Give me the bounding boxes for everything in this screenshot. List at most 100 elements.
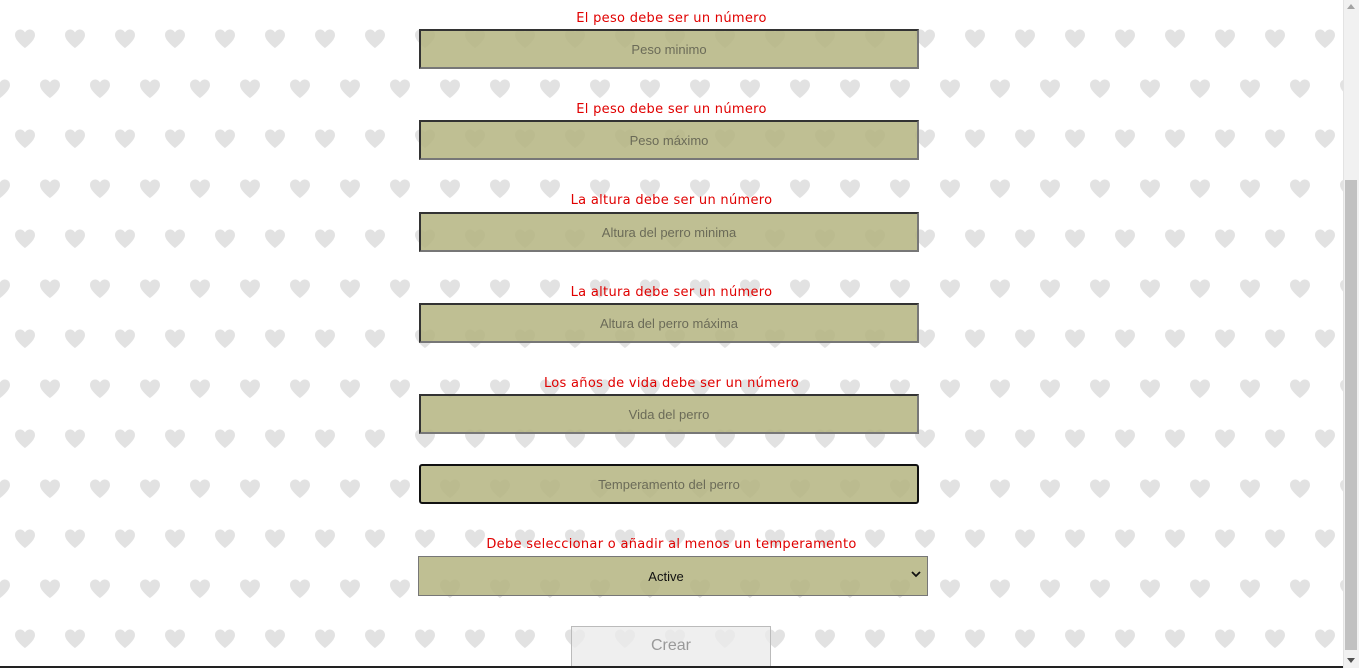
heart-icon (1040, 79, 1060, 98)
heart-icon (240, 479, 260, 498)
scrollbar-thumb[interactable] (1345, 180, 1357, 650)
heart-icon (165, 429, 185, 448)
altura-max-error: La altura debe ser un número (570, 285, 773, 300)
heart-icon (415, 629, 435, 648)
heart-icon (315, 29, 335, 48)
heart-icon (1140, 79, 1160, 98)
heart-icon (965, 329, 985, 348)
temperament-select[interactable]: Active (418, 556, 928, 596)
heart-icon (1065, 129, 1085, 148)
heart-icon (365, 29, 385, 48)
heart-icon (315, 229, 335, 248)
heart-icon (1140, 579, 1160, 598)
heart-icon (1290, 579, 1310, 598)
scroll-down-arrow-icon[interactable] (1347, 658, 1355, 663)
heart-icon (90, 479, 110, 498)
heart-icon (1315, 629, 1335, 648)
heart-icon (515, 629, 535, 648)
heart-icon (215, 129, 235, 148)
heart-icon (1240, 79, 1260, 98)
heart-icon (1215, 329, 1235, 348)
heart-icon (1065, 629, 1085, 648)
heart-icon (140, 479, 160, 498)
heart-icon (265, 129, 285, 148)
heart-icon (940, 479, 960, 498)
heart-icon (490, 79, 510, 98)
heart-icon (1215, 29, 1235, 48)
peso-max-input[interactable] (419, 120, 919, 160)
heart-icon (1315, 29, 1335, 48)
heart-icon (240, 79, 260, 98)
heart-icon (965, 29, 985, 48)
peso-min-input[interactable] (419, 29, 919, 69)
heart-icon (1315, 329, 1335, 348)
heart-icon (1265, 329, 1285, 348)
heart-icon (15, 229, 35, 248)
heart-icon (365, 229, 385, 248)
heart-icon (365, 129, 385, 148)
heart-icon (90, 79, 110, 98)
heart-icon (1190, 79, 1210, 98)
heart-icon (1015, 629, 1035, 648)
heart-icon (1065, 29, 1085, 48)
heart-icon (1115, 129, 1135, 148)
heart-icon (390, 579, 410, 598)
heart-icon (690, 79, 710, 98)
heart-icon (315, 329, 335, 348)
temperamento-input[interactable] (419, 464, 919, 504)
heart-icon (990, 579, 1010, 598)
heart-icon (165, 129, 185, 148)
heart-icon (115, 29, 135, 48)
heart-icon (1065, 329, 1085, 348)
temperament-select-value: Active (648, 569, 684, 584)
heart-icon (1115, 229, 1135, 248)
heart-icon (15, 629, 35, 648)
heart-icon (890, 79, 910, 98)
chevron-down-icon (911, 571, 921, 578)
heart-icon (15, 329, 35, 348)
heart-icon (165, 329, 185, 348)
heart-icon (65, 329, 85, 348)
heart-icon (1215, 129, 1235, 148)
vida-input[interactable] (419, 394, 919, 434)
heart-icon (940, 579, 960, 598)
heart-icon (1290, 479, 1310, 498)
heart-icon (1240, 579, 1260, 598)
heart-icon (165, 29, 185, 48)
heart-icon (1165, 129, 1185, 148)
heart-icon (65, 429, 85, 448)
heart-icon (65, 29, 85, 48)
heart-icon (165, 629, 185, 648)
heart-icon (215, 429, 235, 448)
heart-icon (1165, 629, 1185, 648)
heart-icon (440, 79, 460, 98)
heart-icon (115, 229, 135, 248)
altura-min-input[interactable] (419, 212, 919, 252)
heart-icon (215, 629, 235, 648)
heart-icon (1265, 429, 1285, 448)
heart-icon (1215, 629, 1235, 648)
heart-icon (1115, 629, 1135, 648)
heart-icon (365, 629, 385, 648)
heart-icon (365, 329, 385, 348)
heart-icon (1165, 229, 1185, 248)
heart-icon (1265, 129, 1285, 148)
altura-max-input[interactable] (419, 303, 919, 343)
heart-icon (1040, 479, 1060, 498)
scroll-up-arrow-icon[interactable] (1347, 4, 1355, 9)
heart-icon (265, 329, 285, 348)
crear-button[interactable]: Crear (571, 626, 771, 668)
heart-icon (315, 129, 335, 148)
heart-icon (990, 79, 1010, 98)
heart-icon (290, 79, 310, 98)
heart-icon (640, 79, 660, 98)
heart-icon (215, 229, 235, 248)
heart-icon (1265, 29, 1285, 48)
heart-icon (590, 79, 610, 98)
heart-icon (965, 629, 985, 648)
heart-icon (315, 629, 335, 648)
heart-icon (90, 579, 110, 598)
heart-icon (815, 629, 835, 648)
heart-icon (1190, 479, 1210, 498)
heart-icon (1065, 429, 1085, 448)
